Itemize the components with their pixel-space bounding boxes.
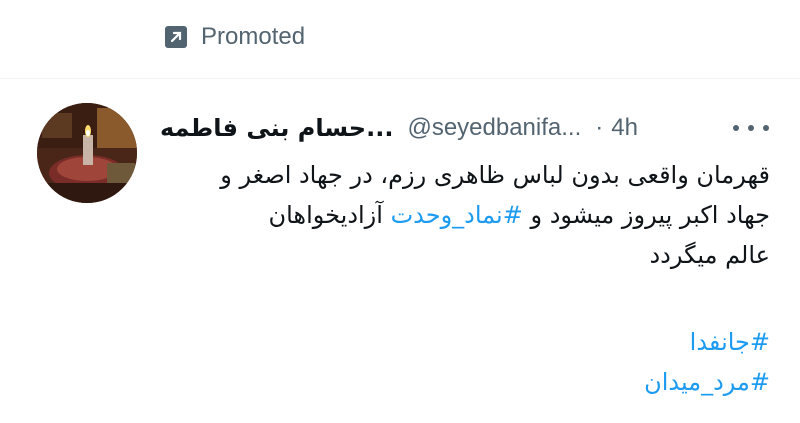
more-dots-icon[interactable] [733,118,769,138]
hashtag-link[interactable]: #مرد_میدان [160,362,770,402]
separator-dot: · [595,114,604,141]
promoted-label: Promoted [165,22,305,52]
tweet-text-line-2: جهاد اکبر پیروز میشود و #نماد_وحدت آزادی… [160,195,770,235]
author-handle[interactable]: @seyedbanifa... [407,114,581,142]
hashtag-link[interactable]: #جانفدا [160,322,770,362]
author-name[interactable]: ...حسام بنی فاطمه [160,114,393,142]
tweet-text-line-1: قهرمان واقعی بدون لباس ظاهری رزم، در جها… [220,161,770,189]
tweet-text: قهرمان واقعی بدون لباس ظاهری رزم، در جها… [160,155,770,275]
tweet-text-line-3: عالم میگردد [649,241,770,269]
hashtag-link[interactable]: #نماد_وحدت [391,201,523,229]
tweet-text-line-2-suffix: آزادیخواهان [268,201,391,229]
hashtag-list: #جانفدا #مرد_میدان [160,322,770,402]
tweet-timestamp[interactable]: 4h [611,114,638,142]
promoted-text: Promoted [201,23,306,50]
tweet-text-line-2-prefix: جهاد اکبر پیروز میشود و [522,201,770,229]
divider [0,78,800,79]
avatar[interactable] [37,103,137,203]
promoted-arrow-icon [165,26,187,48]
tweet-header: ...حسام بنی فاطمه @seyedbanifa... · 4h [160,108,770,148]
